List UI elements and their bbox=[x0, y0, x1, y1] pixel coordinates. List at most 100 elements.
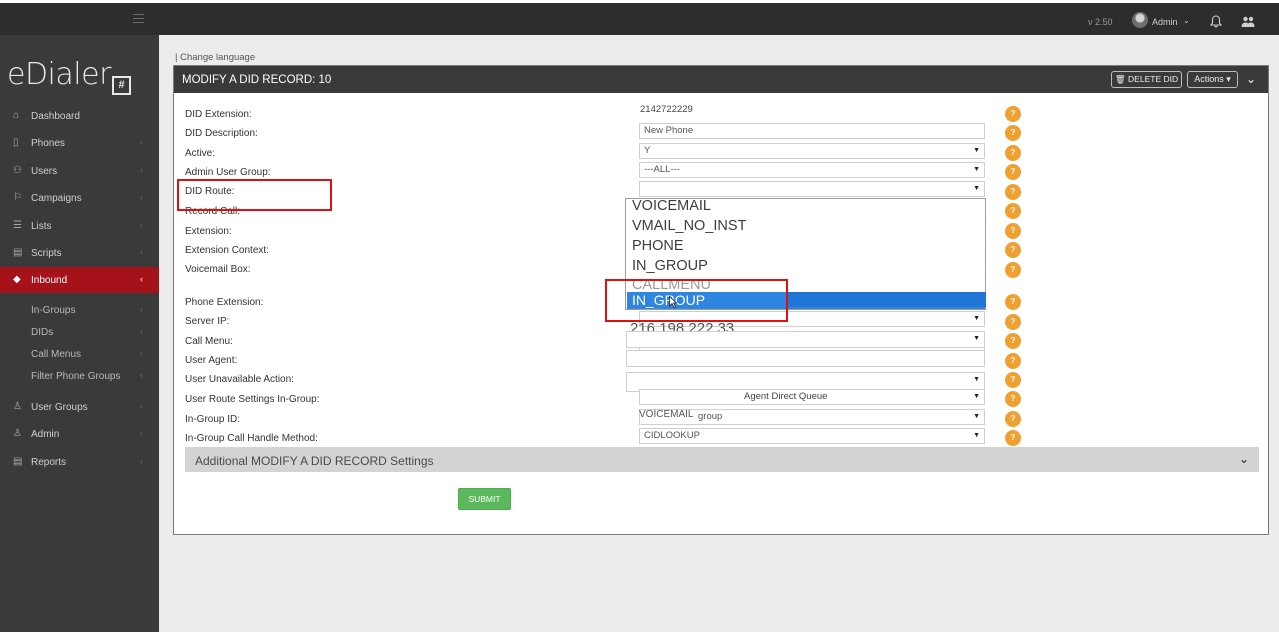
sidebar-item-user-groups[interactable]: ♙ User Groups ‹ bbox=[0, 394, 159, 420]
did-route-select[interactable]: ▼ bbox=[639, 181, 985, 197]
call-menu-select[interactable]: ▼ bbox=[626, 331, 985, 348]
sidebar-item-dashboard[interactable]: ⌂ Dashboard bbox=[0, 103, 159, 129]
help-icon[interactable]: ? bbox=[1005, 164, 1021, 180]
sidebar-item-phones[interactable]: ▯ Phones ‹ bbox=[0, 130, 159, 156]
menu-toggle-icon[interactable] bbox=[133, 14, 144, 23]
caret-down-icon: ▼ bbox=[973, 335, 980, 342]
in-group-call-handle-value: CIDLOOKUP bbox=[644, 430, 700, 441]
did-description-label: DID Description: bbox=[185, 128, 258, 139]
sidebar-subitem-in-groups[interactable]: In-Groups ‹ bbox=[0, 299, 159, 321]
user-agent-input[interactable] bbox=[626, 350, 985, 367]
chevron-left-icon: ‹ bbox=[140, 326, 143, 336]
help-icon[interactable]: ? bbox=[1005, 184, 1021, 200]
phone-extension-label: Phone Extension: bbox=[185, 297, 264, 308]
chevron-left-icon: ‹ bbox=[140, 220, 143, 230]
delete-did-label: DELETE DID bbox=[1128, 74, 1179, 84]
chevron-down-icon[interactable]: ⌄ bbox=[1246, 72, 1256, 86]
phone-icon: ▯ bbox=[13, 137, 19, 148]
user-route-settings-label: User Route Settings In-Group: bbox=[185, 394, 320, 405]
in-group-id-label: In-Group ID: bbox=[185, 414, 241, 425]
chevron-left-icon: ‹ bbox=[140, 165, 143, 175]
help-icon[interactable]: ? bbox=[1005, 223, 1021, 239]
sidebar-item-campaigns[interactable]: ⚐ Campaigns ‹ bbox=[0, 185, 159, 211]
help-icon[interactable]: ? bbox=[1005, 391, 1021, 407]
highlight-box-did-route bbox=[177, 179, 332, 211]
sidebar-subitem-label: In-Groups bbox=[31, 305, 76, 316]
help-icon[interactable]: ? bbox=[1005, 145, 1021, 161]
sidebar-item-scripts[interactable]: ▤ Scripts ‹ bbox=[0, 240, 159, 266]
user-icon: ♙ bbox=[13, 428, 22, 439]
help-icon[interactable]: ? bbox=[1005, 203, 1021, 219]
help-icon[interactable]: ? bbox=[1005, 353, 1021, 369]
version-label: v 2.50 bbox=[1088, 17, 1113, 27]
help-icon[interactable]: ? bbox=[1005, 262, 1021, 278]
dropdown-option[interactable]: IN_GROUP bbox=[632, 258, 708, 274]
admin-user-menu[interactable]: Admin bbox=[1152, 17, 1178, 27]
selection-highlight bbox=[788, 292, 986, 307]
caret-down-icon: ▼ bbox=[973, 393, 980, 400]
server-ip-label: Server IP: bbox=[185, 316, 230, 327]
help-icon[interactable]: ? bbox=[1005, 242, 1021, 258]
chevron-left-icon: ‹ bbox=[140, 247, 143, 257]
avatar[interactable] bbox=[1132, 12, 1148, 28]
active-label: Active: bbox=[185, 148, 216, 159]
help-icon[interactable]: ? bbox=[1005, 106, 1021, 122]
help-icon[interactable]: ? bbox=[1005, 294, 1021, 310]
dropdown-option[interactable]: VMAIL_NO_INST bbox=[632, 218, 746, 234]
chevron-left-icon: ‹ bbox=[140, 428, 143, 438]
sidebar-subitem-dids[interactable]: DIDs ‹ bbox=[0, 321, 159, 343]
user-icon: ♙ bbox=[13, 401, 22, 412]
dropdown-option[interactable]: PHONE bbox=[632, 238, 684, 254]
caret-down-icon: ▼ bbox=[973, 376, 980, 383]
change-language-link[interactable]: | Change language bbox=[175, 52, 255, 63]
home-icon: ⌂ bbox=[13, 110, 20, 121]
admin-user-group-value: ---ALL--- bbox=[644, 164, 680, 175]
additional-settings-toggle[interactable]: Additional MODIFY A DID RECORD Settings … bbox=[185, 447, 1259, 472]
sidebar-item-users[interactable]: ⚇ Users ‹ bbox=[0, 158, 159, 184]
sidebar-item-label: Scripts bbox=[31, 248, 62, 259]
submit-button[interactable]: SUBMIT bbox=[458, 488, 511, 510]
help-icon[interactable]: ? bbox=[1005, 125, 1021, 141]
user-unavailable-action-label: User Unavailable Action: bbox=[185, 374, 294, 385]
extension-label: Extension: bbox=[185, 226, 232, 237]
chevron-down-icon: ⌄ bbox=[1238, 452, 1249, 466]
sidebar-subitem-filter-phone-groups[interactable]: Filter Phone Groups ‹ bbox=[0, 365, 159, 387]
chevron-left-icon: ‹ bbox=[140, 304, 143, 314]
sidebar-item-admin[interactable]: ♙ Admin ‹ bbox=[0, 421, 159, 447]
dropdown-option[interactable]: VOICEMAIL bbox=[632, 198, 711, 214]
actions-button[interactable]: Actions ▾ bbox=[1187, 71, 1238, 88]
chevron-down-icon[interactable]: ⌄ bbox=[1183, 16, 1190, 25]
panel-header: MODIFY A DID RECORD: 10 🗑 DELETE DID Act… bbox=[174, 66, 1268, 93]
did-description-input[interactable]: New Phone bbox=[639, 123, 985, 139]
users-icon[interactable] bbox=[1241, 15, 1255, 28]
top-bar: v 2.50 Admin ⌄ bbox=[0, 0, 1279, 35]
did-extension-label: DID Extension: bbox=[185, 109, 252, 120]
sidebar-item-label: Inbound bbox=[31, 275, 68, 286]
logo-badge: # bbox=[112, 76, 131, 95]
delete-did-button[interactable]: 🗑 DELETE DID bbox=[1111, 71, 1182, 88]
extension-context-label: Extension Context: bbox=[185, 245, 269, 256]
help-icon[interactable]: ? bbox=[1005, 430, 1021, 446]
help-icon[interactable]: ? bbox=[1005, 314, 1021, 330]
sidebar-subitem-label: Filter Phone Groups bbox=[31, 371, 121, 382]
user-agent-label: User Agent: bbox=[185, 355, 238, 366]
sidebar-item-lists[interactable]: ☰ Lists ‹ bbox=[0, 213, 159, 239]
users-icon: ⚇ bbox=[13, 165, 22, 176]
chevron-left-icon: ‹ bbox=[140, 456, 143, 466]
active-select[interactable]: Y ▼ bbox=[639, 143, 985, 159]
trash-icon: 🗑 bbox=[1114, 74, 1126, 84]
did-record-panel: MODIFY A DID RECORD: 10 🗑 DELETE DID Act… bbox=[173, 65, 1269, 535]
sidebar-item-label: Users bbox=[31, 166, 58, 177]
sidebar-subitem-call-menus[interactable]: Call Menus ‹ bbox=[0, 343, 159, 365]
caret-down-icon: ▼ bbox=[973, 432, 980, 439]
help-icon[interactable]: ? bbox=[1005, 411, 1021, 427]
admin-user-group-select[interactable]: ---ALL--- ▼ bbox=[639, 162, 985, 178]
help-icon[interactable]: ? bbox=[1005, 372, 1021, 388]
sidebar-item-reports[interactable]: ▤ Reports ‹ bbox=[0, 449, 159, 475]
help-icon[interactable]: ? bbox=[1005, 333, 1021, 349]
in-group-call-handle-select[interactable]: CIDLOOKUP ▼ bbox=[639, 428, 985, 444]
report-icon: ▤ bbox=[13, 456, 23, 467]
sidebar-item-inbound[interactable]: ◆ Inbound ‹ bbox=[0, 267, 159, 293]
sidebar-subitem-label: Call Menus bbox=[31, 349, 82, 360]
bell-icon[interactable] bbox=[1210, 15, 1222, 28]
